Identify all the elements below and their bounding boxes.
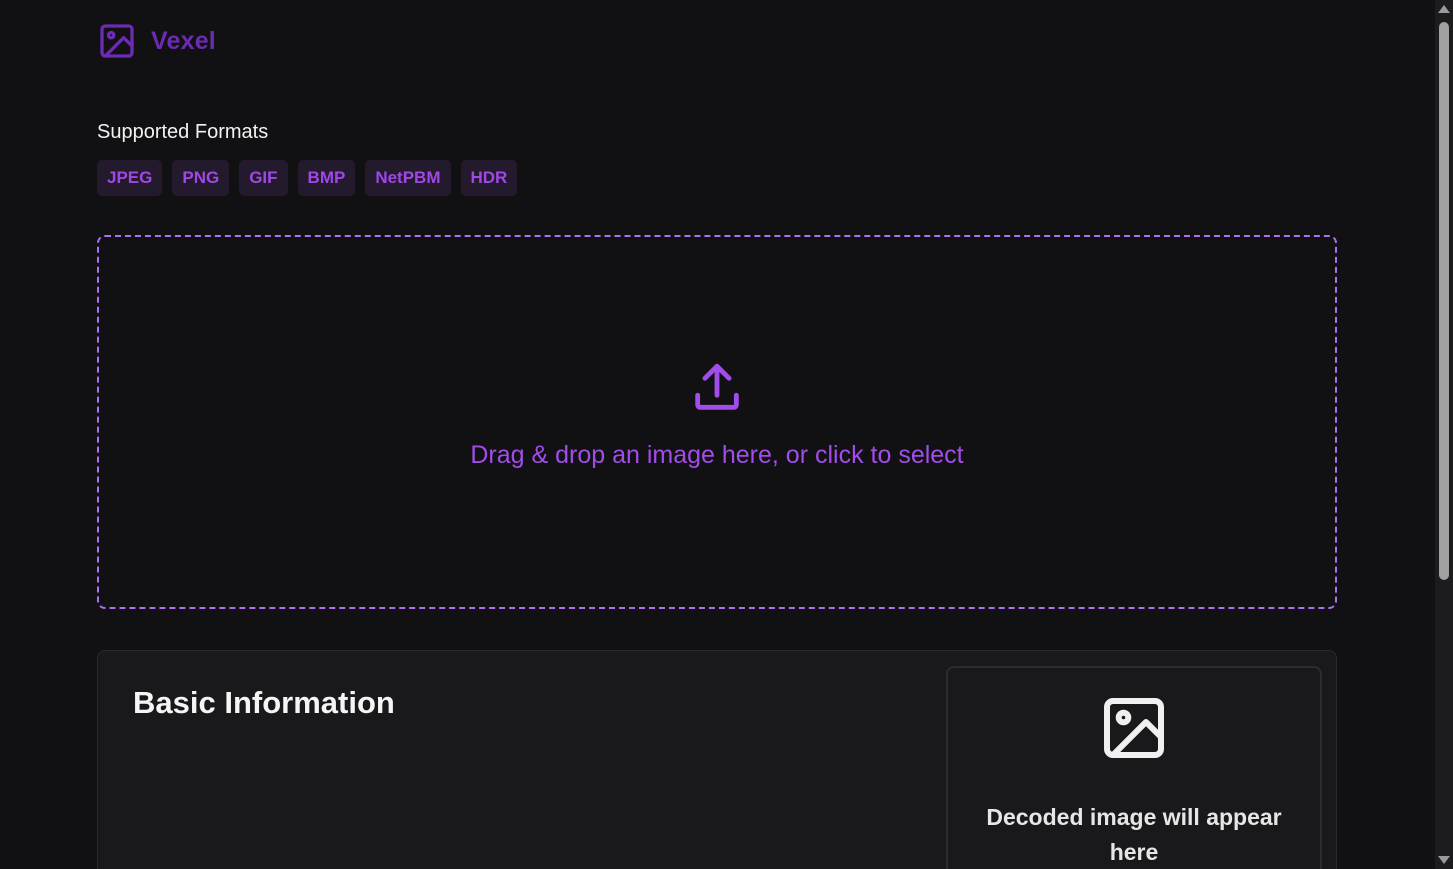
scroll-down-arrow-icon[interactable] [1438,856,1450,864]
image-preview: Decoded image will appear here [946,666,1322,869]
format-chips: JPEG PNG GIF BMP NetPBM HDR [97,160,518,196]
basic-information-title: Basic Information [133,685,395,720]
format-chip-bmp: BMP [297,160,356,196]
format-chip-jpeg: JPEG [97,160,163,196]
image-dropzone[interactable]: Drag & drop an image here, or click to s… [97,235,1337,609]
dropzone-text: Drag & drop an image here, or click to s… [470,440,964,469]
format-chip-png: PNG [172,160,230,196]
image-placeholder-icon [1104,698,1164,758]
brand-name: Vexel [151,26,216,55]
image-icon [100,24,134,58]
scroll-up-arrow-icon[interactable] [1438,5,1450,13]
format-chip-hdr: HDR [460,160,518,196]
format-chip-gif: GIF [239,160,288,196]
format-chip-netpbm: NetPBM [365,160,451,196]
preview-placeholder-text: Decoded image will appear here [986,804,1282,865]
basic-information-card: Basic Information Decoded image will app… [97,650,1337,869]
brand-header[interactable]: Vexel [97,21,216,61]
formats-title: Supported Formats [97,121,269,143]
page: Vexel Supported Formats JPEG PNG GIF BMP… [0,0,1453,869]
scrollbar-thumb[interactable] [1439,22,1449,580]
vertical-scrollbar[interactable] [1435,0,1453,869]
upload-icon [695,363,739,410]
